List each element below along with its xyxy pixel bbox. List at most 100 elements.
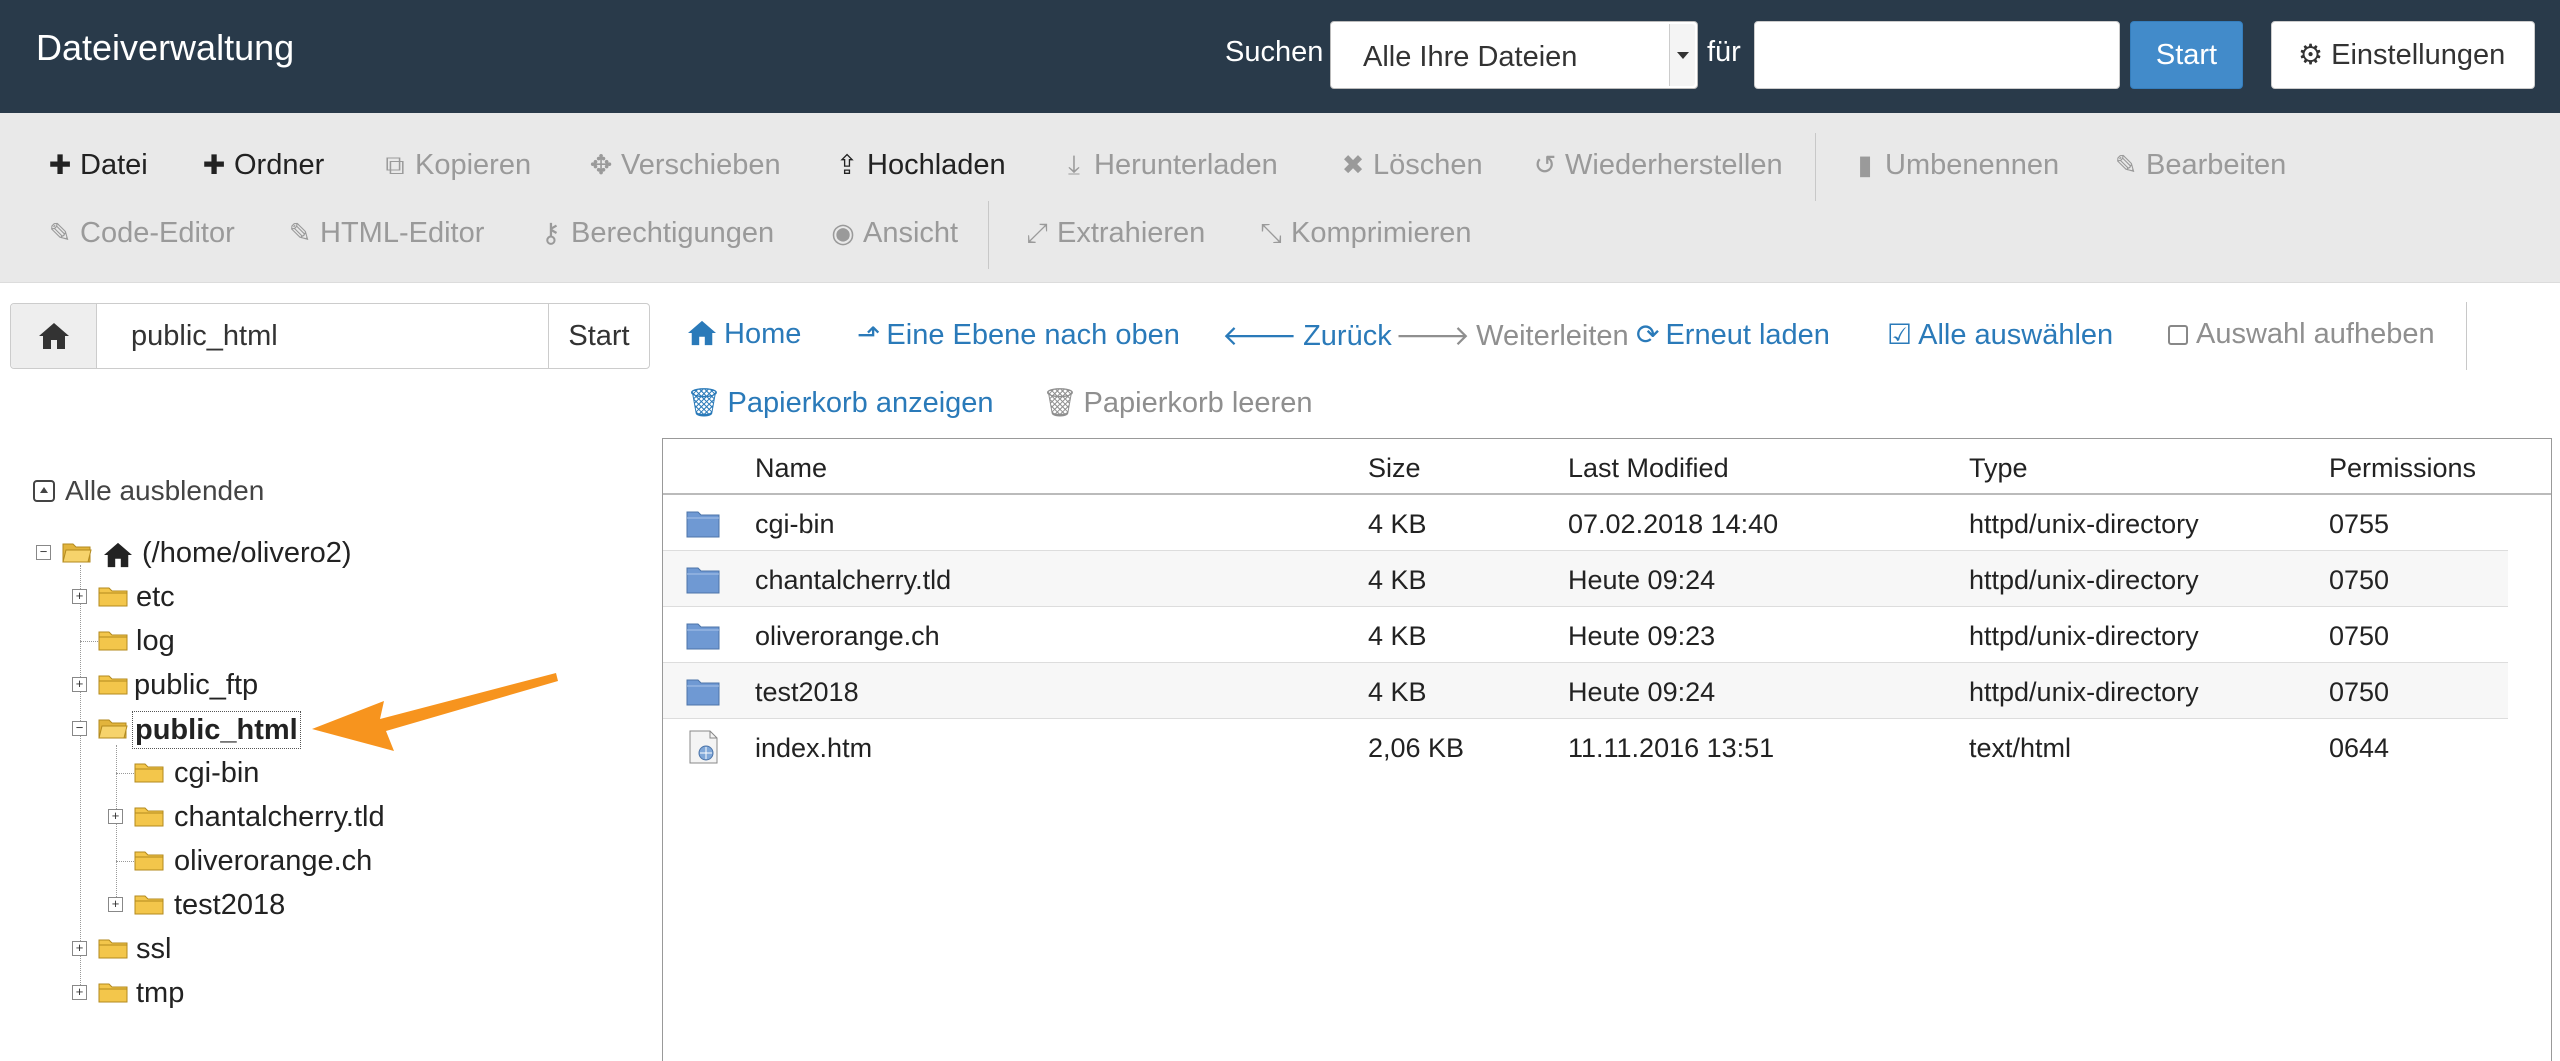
permissions-button[interactable]: ⚷ Berechtigungen (535, 217, 774, 250)
folder-icon (686, 623, 720, 650)
file-size: 2,06 KB (1368, 733, 1465, 763)
collapse-toggle-icon[interactable]: − (36, 545, 51, 560)
annotation-arrow-icon (312, 673, 558, 751)
column-name-header[interactable]: Name (755, 453, 827, 484)
pencil-icon: ✎ (2114, 150, 2138, 180)
nav-select-all-label: Alle auswählen (1918, 319, 2114, 351)
nav-show-trash-link[interactable]: 🗑 Papierkorb anzeigen (686, 386, 994, 420)
tree-connector (80, 641, 98, 642)
tree-item-label: public_html (132, 711, 301, 749)
rename-button[interactable]: ▮ Umbenennen (1849, 149, 2060, 182)
restore-button[interactable]: ↺ Wiederherstellen (1529, 149, 1783, 182)
trash-icon: 🗑 (686, 387, 722, 418)
path-input[interactable] (97, 304, 549, 368)
expand-toggle-icon[interactable]: + (72, 941, 87, 956)
column-permissions-header[interactable]: Permissions (2329, 453, 2476, 484)
new-folder-label: Ordner (234, 149, 325, 181)
edit-button[interactable]: ✎ Bearbeiten (2110, 149, 2287, 182)
table-row[interactable]: oliverorange.ch 4 KB Heute 09:23 httpd/u… (663, 607, 2508, 663)
path-go-button[interactable]: Start (548, 304, 649, 368)
delete-button[interactable]: ✖ Löschen (1337, 149, 1483, 182)
table-row[interactable]: index.htm 2,06 KB 11.11.2016 13:51 text/… (663, 719, 2508, 775)
nav-empty-trash-link[interactable]: 🗑 Papierkorb leeren (1042, 386, 1312, 420)
tree-item-log[interactable]: log (72, 621, 272, 661)
refresh-icon: ⟳ (1636, 319, 1660, 350)
move-button[interactable]: ✥ Verschieben (585, 149, 781, 182)
collapse-toggle-icon[interactable]: − (72, 721, 87, 736)
upload-icon: ⇪ (835, 150, 859, 180)
path-home-button[interactable] (11, 304, 97, 368)
nav-reload-link[interactable]: ⟳ Erneut laden (1636, 318, 1830, 352)
new-file-button[interactable]: ✚ Datei (44, 149, 148, 182)
tree-item-public-ftp[interactable]: + public_ftp (72, 665, 312, 705)
search-scope-select[interactable]: Alle Ihre Dateien (1330, 21, 1698, 89)
table-row[interactable]: chantalcherry.tld 4 KB Heute 09:24 httpd… (663, 551, 2508, 607)
nav-empty-trash-label: Papierkorb leeren (1083, 387, 1313, 419)
tree-item-ssl[interactable]: + ssl (72, 929, 272, 969)
column-type-header[interactable]: Type (1969, 453, 2028, 484)
folder-icon (686, 679, 720, 706)
upload-button[interactable]: ⇪ Hochladen (831, 149, 1006, 182)
download-button[interactable]: ⤓ Herunterladen (1058, 149, 1278, 182)
file-permissions: 0644 (2329, 733, 2390, 763)
search-input[interactable] (1754, 21, 2120, 89)
expand-toggle-icon[interactable]: + (108, 809, 123, 824)
tree-item-public-html[interactable]: − public_html (72, 709, 312, 749)
view-button[interactable]: ◉ Ansicht (827, 217, 958, 250)
action-toolbar: ✚ Datei ✚ Ordner ⧉ Kopieren ✥ Verschieben ⇪ H… (0, 113, 2560, 283)
extract-button[interactable]: ⤢ Extrahieren (1021, 217, 1205, 250)
nav-home-link[interactable]: Home (686, 318, 801, 351)
expand-toggle-icon[interactable]: + (72, 985, 87, 1000)
settings-button[interactable]: ⚙ Einstellungen (2271, 21, 2535, 89)
column-size-header[interactable]: Size (1368, 453, 1421, 484)
expand-toggle-icon[interactable]: + (72, 589, 87, 604)
file-name: chantalcherry.tld (755, 565, 952, 595)
tree-item-etc[interactable]: + etc (72, 577, 272, 617)
collapse-all-link[interactable]: Alle ausblenden (33, 475, 264, 507)
tree-item-test2018[interactable]: + test2018 (108, 885, 308, 925)
edit-icon: ✎ (288, 218, 312, 248)
file-name: index.htm (755, 733, 873, 763)
new-folder-button[interactable]: ✚ Ordner (198, 149, 325, 182)
search-start-button[interactable]: Start (2130, 21, 2243, 89)
nav-back-link[interactable]: 🡐 Zurück (1222, 318, 1392, 353)
copy-button[interactable]: ⧉ Kopieren (379, 149, 531, 182)
tree-item-label: oliverorange.ch (174, 845, 373, 877)
arrow-right-icon: 🡒 (1395, 320, 1471, 351)
table-row[interactable]: test2018 4 KB Heute 09:24 httpd/unix-dir… (663, 663, 2508, 719)
tree-item-oliverorange[interactable]: oliverorange.ch (108, 841, 408, 881)
tree-root[interactable]: − (/home/olivero2) (36, 533, 376, 573)
compress-button[interactable]: ⤡ Komprimieren (1255, 217, 1471, 250)
html-editor-button[interactable]: ✎ HTML-Editor (284, 217, 485, 250)
compress-icon: ⤡ (1260, 218, 1282, 248)
file-name: oliverorange.ch (755, 621, 940, 651)
expand-toggle-icon[interactable]: + (108, 897, 123, 912)
folder-icon (134, 895, 164, 915)
restore-icon: ↺ (1533, 150, 1557, 180)
new-file-label: Datei (80, 149, 148, 181)
permissions-label: Berechtigungen (571, 217, 775, 249)
nav-up-link[interactable]: ⬏ Eine Ebene nach oben (857, 318, 1180, 352)
file-size: 4 KB (1368, 621, 1427, 651)
expand-toggle-icon[interactable]: + (72, 677, 87, 692)
tree-item-cgi-bin[interactable]: cgi-bin (108, 753, 308, 793)
column-modified-header[interactable]: Last Modified (1568, 453, 1729, 484)
code-editor-button[interactable]: ✎ Code-Editor (44, 217, 235, 250)
nav-deselect-link[interactable]: Auswahl aufheben (2168, 318, 2435, 351)
file-permissions: 0750 (2329, 621, 2390, 651)
settings-label: Einstellungen (2331, 39, 2506, 71)
nav-forward-link[interactable]: 🡒 Weiterleiten (1395, 318, 1629, 353)
nav-select-all-link[interactable]: ☑ Alle auswählen (1887, 318, 2113, 352)
search-label: Suchen (1225, 36, 1324, 68)
nav-back-label: Zurück (1303, 320, 1392, 352)
home-icon (39, 323, 69, 349)
tree-item-chantalcherry[interactable]: + chantalcherry.tld (108, 797, 408, 837)
tree-item-label: chantalcherry.tld (174, 801, 385, 833)
folder-icon (134, 807, 164, 827)
table-row[interactable]: cgi-bin 4 KB 07.02.2018 14:40 httpd/unix… (663, 495, 2508, 551)
code-editor-label: Code-Editor (80, 217, 235, 249)
move-label: Verschieben (621, 149, 781, 181)
tree-item-tmp[interactable]: + tmp (72, 973, 272, 1013)
top-header: Dateiverwaltung Suchen Alle Ihre Dateien… (0, 0, 2560, 113)
toolbar-divider (1815, 133, 1816, 201)
